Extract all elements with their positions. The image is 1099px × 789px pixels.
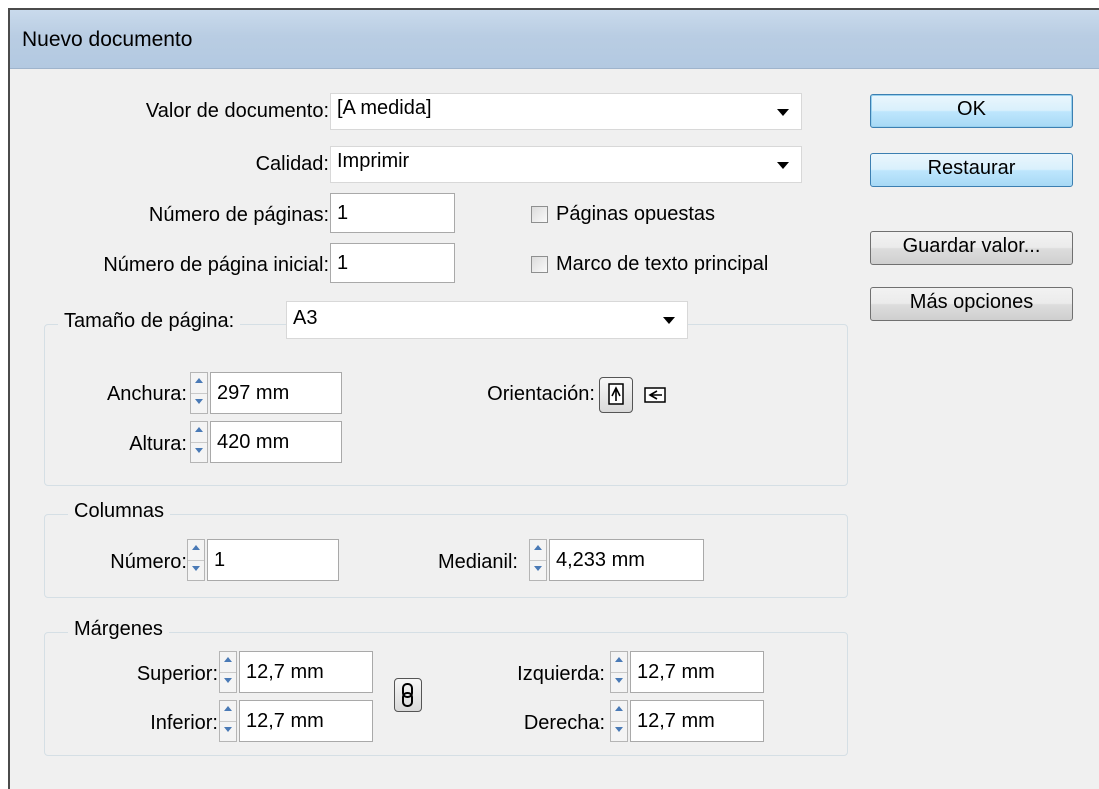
columns-number-stepper[interactable] [187,539,205,581]
gutter-stepper[interactable] [529,539,547,581]
pages-label: Número de páginas: [148,204,329,226]
preset-label: Valor de documento: [145,100,329,122]
width-label: Anchura: [106,383,187,405]
chevron-down-icon [777,161,789,169]
stepper-up-icon[interactable] [530,540,546,560]
document-preset-select[interactable]: [A medida] [330,93,802,130]
link-margins-button[interactable] [394,678,422,712]
columns-legend: Columnas [68,500,171,523]
stepper-up-icon[interactable] [191,373,207,393]
margin-left-label: Izquierda: [517,663,605,685]
height-label: Altura: [129,433,187,455]
height-stepper[interactable] [190,421,208,463]
stepper-up-icon[interactable] [191,422,207,442]
master-text-frame-label[interactable]: Marco de texto principal [556,253,768,276]
gutter-label: Medianil: [437,551,518,573]
chain-link-icon [402,683,413,707]
height-input[interactable]: 420 mm [210,421,342,463]
stepper-down-icon[interactable] [530,560,546,580]
page-size-label: Tamaño de página: [58,310,241,333]
margin-top-stepper[interactable] [219,651,237,693]
margin-top-label: Superior: [136,663,218,685]
stepper-down-icon[interactable] [191,393,207,413]
chevron-down-icon [777,108,789,116]
save-preset-button[interactable]: Guardar valor... [870,231,1073,265]
portrait-orientation-button[interactable] [599,377,633,413]
intent-value: Imprimir [337,150,410,172]
page-size-select[interactable]: A3 [286,301,688,339]
margins-legend: Márgenes [68,618,169,641]
stepper-down-icon[interactable] [611,721,627,741]
facing-pages-checkbox[interactable] [531,206,548,223]
stepper-up-icon[interactable] [220,652,236,672]
margin-left-input[interactable]: 12,7 mm [630,651,764,693]
new-document-dialog: Nuevo documento Valor de documento: [A m… [8,8,1099,789]
orientation-label: Orientación: [487,383,595,405]
margin-right-input[interactable]: 12,7 mm [630,700,764,742]
margin-top-input[interactable]: 12,7 mm [239,651,373,693]
margin-right-label: Derecha: [523,712,605,734]
start-page-number-input[interactable]: 1 [330,243,455,283]
facing-pages-label[interactable]: Páginas opuestas [556,203,715,226]
title-bar: Nuevo documento [10,10,1099,69]
start-page-label: Número de página inicial: [103,254,329,276]
number-of-pages-input[interactable]: 1 [330,193,455,233]
landscape-icon [644,387,666,403]
ok-button[interactable]: OK [870,94,1073,128]
columns-number-input[interactable]: 1 [207,539,339,581]
margin-bottom-stepper[interactable] [219,700,237,742]
more-options-button[interactable]: Más opciones [870,287,1073,321]
stepper-down-icon[interactable] [220,721,236,741]
document-preset-value: [A medida] [337,97,432,119]
landscape-orientation-button[interactable] [640,379,670,411]
stepper-down-icon[interactable] [611,672,627,692]
master-text-frame-checkbox[interactable] [531,256,548,273]
reset-button[interactable]: Restaurar [870,153,1073,187]
stepper-down-icon[interactable] [220,672,236,692]
margin-bottom-label: Inferior: [150,712,218,734]
dialog-title: Nuevo documento [22,28,193,51]
width-input[interactable]: 297 mm [210,372,342,414]
margin-bottom-input[interactable]: 12,7 mm [239,700,373,742]
stepper-down-icon[interactable] [188,560,204,580]
stepper-down-icon[interactable] [191,442,207,462]
stepper-up-icon[interactable] [611,701,627,721]
page-size-value: A3 [293,307,318,329]
stepper-up-icon[interactable] [611,652,627,672]
margin-right-stepper[interactable] [610,700,628,742]
stepper-up-icon[interactable] [220,701,236,721]
gutter-input[interactable]: 4,233 mm [549,539,704,581]
margin-left-stepper[interactable] [610,651,628,693]
width-stepper[interactable] [190,372,208,414]
intent-label: Calidad: [255,153,329,175]
stepper-up-icon[interactable] [188,540,204,560]
intent-select[interactable]: Imprimir [330,146,802,183]
chevron-down-icon [663,317,675,324]
portrait-icon [608,383,624,405]
columns-number-label: Número: [110,551,187,573]
